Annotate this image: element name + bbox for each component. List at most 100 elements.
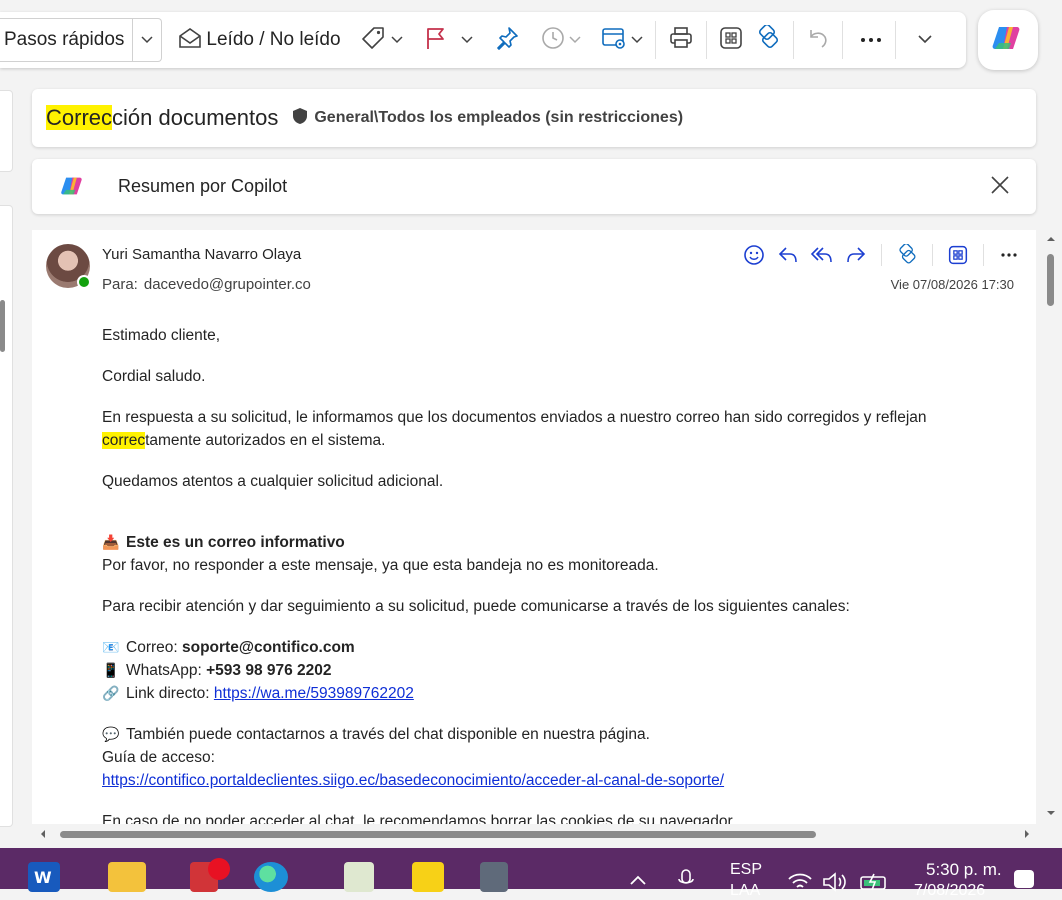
body-greeting: Estimado cliente, [102,327,221,344]
emoji-icon[interactable] [741,242,767,268]
file-explorer-icon[interactable] [108,862,146,892]
close-icon[interactable] [990,175,1010,200]
print-button[interactable] [662,19,700,61]
calculator-icon[interactable] [480,862,508,892]
chevron-down-icon[interactable] [461,31,473,49]
to-label: Para: [102,276,138,293]
more-icon[interactable] [996,242,1022,268]
cookies-text: En caso de no poder acceder al chat, le … [102,813,737,824]
inbox-tray-icon: 📥 [102,534,120,550]
link-label: Link directo: [126,685,210,702]
clock-time[interactable]: 5:30 p. m. [926,860,1002,880]
word-app-icon[interactable]: W [28,862,60,892]
message-list-edge [0,205,13,827]
vertical-scrollbar[interactable] [1044,230,1058,824]
input-language-variant: LAA [730,882,761,899]
list-scroll-thumb[interactable] [0,300,5,352]
rules-button[interactable] [595,19,649,61]
channels-intro: Para recibir atención y dar seguimiento … [102,598,850,615]
apps-icon[interactable] [945,242,971,268]
volume-icon[interactable] [822,872,848,892]
scroll-left-arrow-icon[interactable] [38,827,48,841]
edge-browser-icon[interactable] [254,862,288,892]
apps-button[interactable] [713,19,749,61]
search-highlight: correc [102,432,146,449]
more-icon [859,31,883,49]
copilot-summary-label: Resumen por Copilot [118,176,288,196]
notepad-app-icon[interactable] [344,862,374,892]
channel-email: 📧 Correo: soporte@contifico.com [102,636,1002,659]
chevron-down-icon[interactable] [631,31,643,49]
to-address[interactable]: dacevedo@grupointer.co [144,276,311,293]
loop-button[interactable] [749,19,787,61]
presence-available-icon [77,275,91,289]
notifications-sleep-icon[interactable] [1014,870,1034,888]
chat-text: También puede contactarnos a través del … [126,726,650,743]
chevron-down-icon[interactable] [391,31,403,49]
copilot-loop-icon[interactable] [894,242,920,268]
reply-all-icon[interactable] [809,242,835,268]
toolbar-divider [841,21,843,59]
ribbon-toolbar: Pasos rápidos Leído / No leído [0,12,966,68]
reply-icon[interactable] [775,242,801,268]
undo-button[interactable] [800,19,836,61]
whatsapp-label: WhatsApp: [126,662,202,679]
search-highlight: Correc [46,105,113,130]
sensitivity-label[interactable]: General\Todos los empleados (sin restric… [292,107,683,130]
whatsapp-link[interactable]: https://wa.me/593989762202 [214,685,414,702]
windows-taskbar: W ESP LAA 5:30 p. m. 7/08/2026 [0,848,1062,899]
forward-icon[interactable] [843,242,869,268]
speech-bubble-icon: 💬 [102,726,120,742]
notification-badge [208,858,230,880]
microphone-icon[interactable] [678,868,694,890]
flag-button[interactable] [419,19,479,61]
guide-link[interactable]: https://contifico.portaldeclientes.siigo… [102,772,724,789]
input-language[interactable]: ESP [730,861,762,879]
toolbar-divider [792,21,794,59]
email-icon: 📧 [102,639,120,655]
toolbar-divider [705,21,707,59]
pin-button[interactable] [489,19,525,61]
pin-icon [495,26,519,55]
clock-date[interactable]: 7/08/2026 [914,882,985,900]
vertical-scroll-thumb[interactable] [1047,254,1054,306]
snooze-button[interactable] [535,19,587,61]
clock-icon [541,26,565,55]
wifi-icon[interactable] [787,872,813,892]
battery-charging-icon[interactable] [859,872,889,892]
guide-link-line: https://contifico.portaldeclientes.siigo… [102,769,1002,792]
chevron-down-icon[interactable] [569,31,581,49]
copilot-summary-bar[interactable]: Resumen por Copilot [32,159,1036,214]
apps-icon [719,26,743,55]
categorize-button[interactable] [355,19,409,61]
actions-divider [983,244,984,266]
body-salutation: Cordial saludo. [102,368,206,385]
body-paragraph: En respuesta a su solicitud, le informam… [102,406,1002,452]
quick-steps-button[interactable]: Pasos rápidos [0,18,163,62]
horizontal-scroll-thumb[interactable] [60,831,816,838]
chevron-up-icon[interactable] [629,874,647,886]
more-options-button[interactable] [853,19,889,61]
shield-icon [292,107,308,130]
sender-name[interactable]: Yuri Samantha Navarro Olaya [102,246,301,263]
message-date: Vie 07/08/2026 17:30 [890,277,1014,292]
envelope-open-icon [178,27,202,54]
channel-link: 🔗 Link directo: https://wa.me/59398976220… [102,682,1002,705]
expand-ribbon-button[interactable] [912,19,938,61]
read-unread-button[interactable]: Leído / No leído [172,19,346,61]
chevron-down-icon[interactable] [132,19,161,61]
copilot-icon [991,23,1025,58]
scroll-down-arrow-icon[interactable] [1044,808,1058,818]
copilot-button[interactable] [978,10,1038,70]
horizontal-scrollbar[interactable] [32,826,1036,842]
body-text: tamente autorizados en el sistema. [145,432,386,449]
print-icon [668,26,694,55]
sticky-notes-icon[interactable] [412,862,444,892]
info-title: Este es un correo informativo [126,534,345,551]
subject-header: Corrección documentos General\Todos los … [32,89,1036,147]
toolbar-divider [894,21,896,59]
scroll-up-arrow-icon[interactable] [1044,234,1058,244]
message-subject: Corrección documentos [46,105,278,131]
info-text: Por favor, no responder a este mensaje, … [102,557,659,574]
scroll-right-arrow-icon[interactable] [1022,827,1032,841]
